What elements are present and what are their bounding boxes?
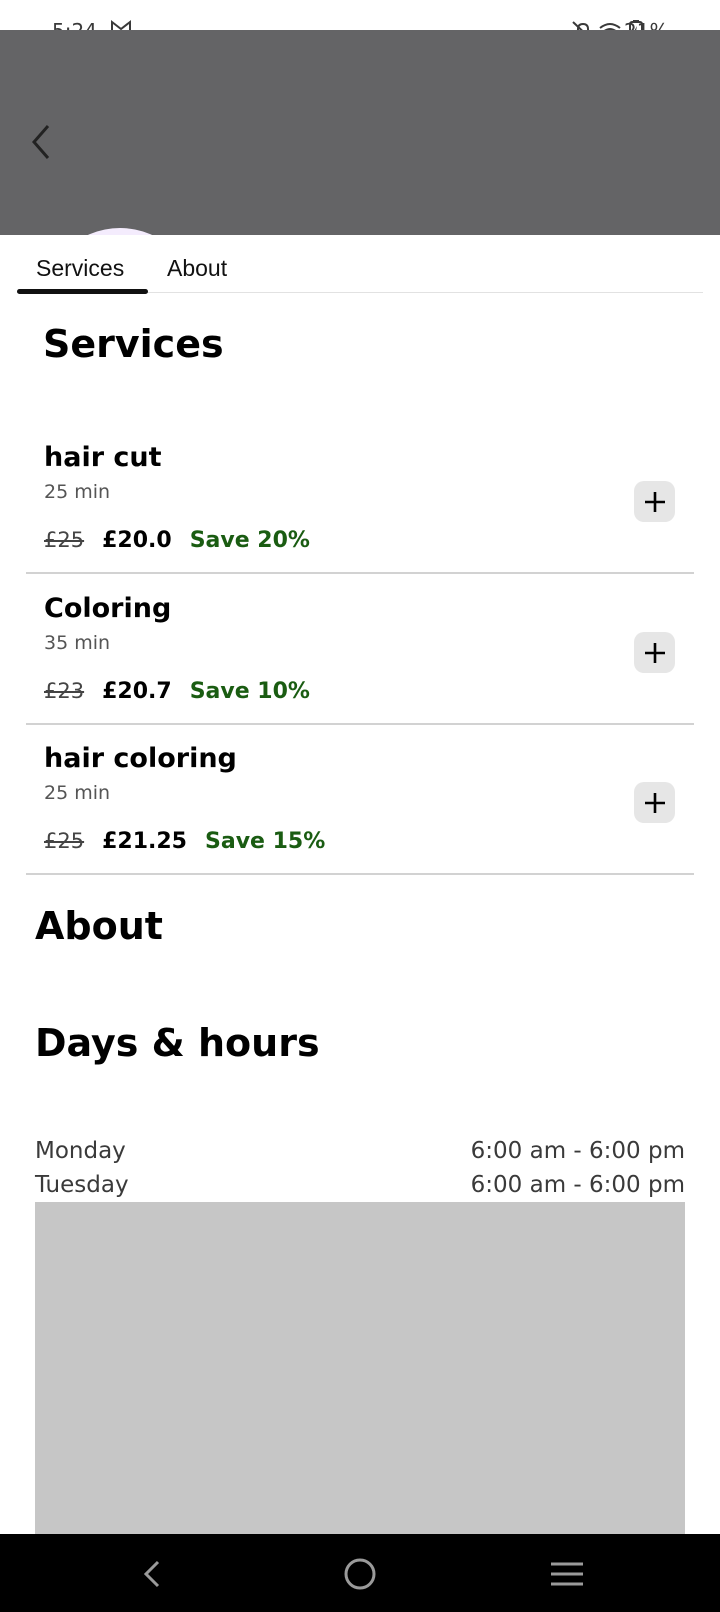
services-title: Services <box>43 322 224 366</box>
hours-time: 6:00 am - 6:00 pm <box>470 1172 685 1198</box>
service-duration: 25 min <box>44 481 111 503</box>
hours-day: Monday <box>35 1138 126 1164</box>
about-title: About <box>35 904 163 948</box>
chevron-left-icon <box>32 125 50 159</box>
tab-services[interactable]: Services <box>36 255 124 282</box>
days-hours-title: Days & hours <box>35 1021 320 1065</box>
back-button[interactable] <box>26 118 62 166</box>
service-name: Coloring <box>44 593 172 624</box>
discounted-price: £20.7 <box>102 679 172 704</box>
service-item: hair cut 25 min £25 £20.0 Save 20% <box>26 424 694 574</box>
header-banner <box>0 30 720 235</box>
map-placeholder <box>35 1202 685 1534</box>
original-price: £25 <box>44 528 85 552</box>
nav-menu-icon[interactable] <box>547 1554 587 1594</box>
hours-day: Tuesday <box>35 1172 129 1198</box>
avatar <box>43 228 197 235</box>
price-row: £25 £20.0 Save 20% <box>44 528 310 553</box>
discount-badge: Save 15% <box>205 829 326 854</box>
plus-icon <box>644 491 665 512</box>
nav-home-icon[interactable] <box>340 1554 380 1594</box>
add-service-button[interactable] <box>634 481 675 522</box>
original-price: £25 <box>44 829 85 853</box>
discount-badge: Save 20% <box>189 528 310 553</box>
service-duration: 35 min <box>44 632 111 654</box>
service-name: hair coloring <box>44 743 237 774</box>
add-service-button[interactable] <box>634 632 675 673</box>
add-service-button[interactable] <box>634 782 675 823</box>
discount-badge: Save 10% <box>189 679 310 704</box>
discounted-price: £20.0 <box>102 528 172 553</box>
nav-back-icon[interactable] <box>134 1554 174 1594</box>
service-name: hair cut <box>44 442 162 473</box>
price-row: £25 £21.25 Save 15% <box>44 829 325 854</box>
plus-icon <box>644 792 665 813</box>
original-price: £23 <box>44 679 85 703</box>
plus-icon <box>644 642 665 663</box>
hours-row: Tuesday 6:00 am - 6:00 pm <box>35 1172 685 1204</box>
tab-about[interactable]: About <box>167 255 227 282</box>
service-item: Coloring 35 min £23 £20.7 Save 10% <box>26 575 694 725</box>
tab-active-indicator <box>17 289 148 294</box>
service-duration: 25 min <box>44 782 111 804</box>
hours-row: Monday 6:00 am - 6:00 pm <box>35 1138 685 1170</box>
service-item: hair coloring 25 min £25 £21.25 Save 15% <box>26 725 694 875</box>
discounted-price: £21.25 <box>102 829 187 854</box>
price-row: £23 £20.7 Save 10% <box>44 679 310 704</box>
status-bar: 5:24 21% <box>0 0 720 44</box>
hours-time: 6:00 am - 6:00 pm <box>470 1138 685 1164</box>
tab-bar: Services About <box>0 235 720 295</box>
system-nav-bar <box>0 1534 720 1612</box>
